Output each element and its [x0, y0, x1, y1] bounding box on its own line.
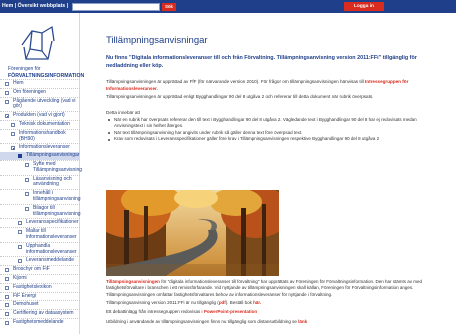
bullet-box-icon: [25, 206, 29, 211]
tillampningsanvisningen-link[interactable]: Tillämpningsanvisningen: [106, 279, 160, 284]
sidebar-item-certifiering[interactable]: Certifiering av dataasystem: [0, 309, 80, 318]
pdf-link[interactable]: pdf: [219, 300, 226, 305]
sidebar-item-teknisk-dokumentation[interactable]: Teknisk dokumentation: [0, 119, 80, 129]
bullet-box-icon: [5, 90, 9, 95]
search-input[interactable]: [72, 2, 160, 11]
page-title: Tillämpningsanvisningar: [106, 35, 208, 46]
main-content: Tillämpningsanvisningar Nu finns "Digita…: [80, 13, 456, 334]
bullet-box-icon: [25, 192, 29, 197]
sidebar-item-bilagor[interactable]: Bilagor till tillämpningsanvisning: [0, 203, 81, 219]
bullet-box-icon: [18, 244, 22, 249]
list-item: Krav som redovisats i Leveransspecifikat…: [106, 136, 446, 142]
sidebar-item-leveransspecifikationer[interactable]: Leveransspecifikationer: [0, 218, 80, 227]
bullet-box-icon: [18, 230, 22, 235]
intro-paragraph-2: Tillämpningsanvisningen är upprättad enl…: [106, 94, 374, 99]
sidebar-item-informationsleveranser[interactable]: Informationsleveranser: [0, 143, 80, 152]
sidebar-nav: Hem Om föreningen Pågående utveckling (v…: [0, 79, 82, 327]
bullet-box-icon: [18, 221, 22, 226]
paragraph-version: Tillämpningsanvisning version 2011:FFi ä…: [106, 300, 262, 305]
bullet-box-icon: [5, 320, 9, 325]
bullet-box-icon: [25, 162, 29, 167]
bullet-box-icon: [5, 268, 9, 273]
sidebar-item-informationshandbok[interactable]: Informationshandbok (BH90): [0, 128, 80, 144]
paragraph-debattinlagg: Ett debattinlägg från intressegruppen re…: [106, 309, 258, 314]
bullet-box-icon: [5, 294, 9, 299]
top-links[interactable]: Hem | Översikt webbplats |: [2, 3, 68, 9]
expanded-box-icon: [11, 146, 15, 151]
road-autumn-photo: [106, 190, 279, 276]
paragraph-utbildning: Utbildning i användande av tillämpningsa…: [106, 319, 308, 324]
sidebar-item-innehall[interactable]: Innehåll i tillämpningsanvisning: [0, 189, 81, 204]
sidebar-item-leveransmeddelande[interactable]: Leveransmeddelande: [0, 256, 80, 265]
sidebar: Föreningen för FÖRVALTNINGSINFORMATION H…: [0, 13, 84, 334]
bestall-bok-link[interactable]: här.: [253, 300, 261, 305]
logo[interactable]: Föreningen för FÖRVALTNINGSINFORMATION: [4, 23, 84, 83]
list-item: När en rubrik har överpsats refererar de…: [106, 117, 446, 130]
bullet-box-icon: [18, 154, 22, 159]
sidebar-item-om-foreningen[interactable]: Om föreningen: [0, 87, 80, 97]
sidebar-item-upphandla[interactable]: Upphandla informationsleveranser: [0, 241, 80, 257]
sidebar-item-hem[interactable]: Hem: [0, 79, 80, 88]
contains-label: Detta innebär att: [106, 110, 140, 115]
sidebar-item-demohuset[interactable]: Demohuset: [0, 300, 80, 309]
bullet-box-icon: [5, 276, 9, 281]
bullet-list: När en rubrik har överpsats refererar de…: [106, 117, 446, 143]
bullet-box-icon: [5, 303, 9, 308]
bullet-box-icon: [18, 259, 22, 264]
paragraph-tillampningsanvisning: Tillämpningsanvisningen för "digitala in…: [106, 279, 423, 297]
sidebar-item-pagaende-utveckling[interactable]: Pågående utveckling (vad vi gör): [0, 96, 80, 112]
bullet-box-icon: [5, 82, 9, 86]
house-logo-icon: [21, 25, 55, 60]
bullet-box-icon: [25, 177, 29, 182]
bullet-box-icon: [5, 285, 9, 290]
powerpoint-link[interactable]: PowerPoint-presentation: [204, 309, 257, 314]
sidebar-item-broschyr[interactable]: Broschyr om FiF: [0, 265, 80, 274]
expanded-box-icon: [5, 114, 9, 119]
sidebar-item-kijomi[interactable]: Kijomi: [0, 273, 80, 283]
org-name-line1: Föreningen för: [8, 66, 41, 72]
sidebar-item-fastighetslexikon[interactable]: Fastighetslexikon: [0, 282, 80, 292]
bullet-box-icon: [11, 131, 15, 136]
bullet-box-icon: [11, 122, 15, 127]
search-button[interactable]: Sök: [162, 2, 176, 11]
intro-paragraph-1: Tillämpningsanvisningen är upprättad av …: [106, 79, 409, 91]
lead-text: Nu finns "Digitala informationsleveranse…: [106, 55, 417, 69]
top-bar: Hem | Översikt webbplats | Sök Logga in: [0, 0, 456, 13]
bullet-box-icon: [5, 312, 9, 317]
sidebar-item-fastighetsmeddelande[interactable]: Fastighetsmeddelande: [0, 317, 80, 327]
sidebar-item-tillampningsanvisningar[interactable]: Tillämpningsanvisningar: [0, 152, 80, 160]
login-button[interactable]: Logga in: [344, 2, 384, 11]
sidebar-item-produkten[interactable]: Produkten (vad vi gjort): [0, 111, 80, 120]
sidebar-item-syfte[interactable]: Syfte med Tillämpningsanvisning: [0, 159, 82, 175]
sidebar-item-mallar[interactable]: Mallar till informationsleveranser: [0, 227, 80, 242]
road-photo-image: [106, 190, 279, 276]
bullet-box-icon: [5, 99, 9, 104]
lank-link[interactable]: länk: [298, 319, 307, 324]
sidebar-item-fif-energi[interactable]: FiF Energi: [0, 291, 80, 301]
sidebar-item-lasanvisning[interactable]: Läsanvisning och användning: [0, 174, 80, 190]
